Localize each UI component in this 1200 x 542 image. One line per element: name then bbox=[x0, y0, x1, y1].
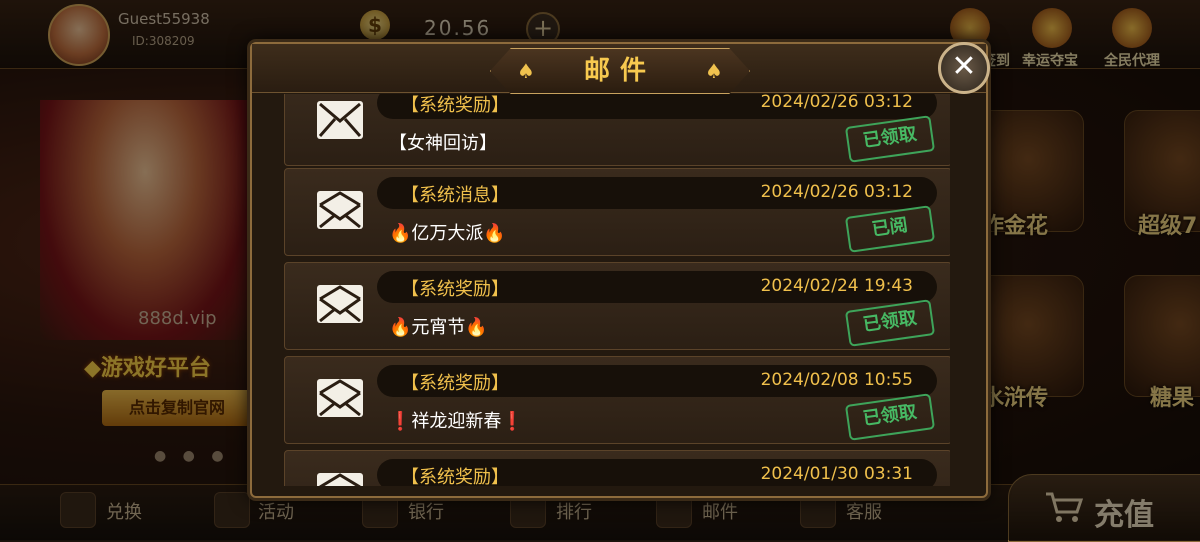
envelope-open-icon bbox=[317, 379, 363, 417]
mail-type: 【系统奖励】 bbox=[401, 373, 509, 394]
mail-date: 2024/02/24 19:43 bbox=[760, 276, 913, 296]
mail-list[interactable]: 【系统奖励】 2024/02/26 03:12 【女神回访】 已领取 【系统消息… bbox=[284, 94, 950, 486]
dialog-title-plate: 邮件 ♠ ♠ bbox=[490, 48, 750, 94]
spade-icon: ♠ bbox=[517, 59, 535, 83]
mail-item[interactable]: 【系统消息】 2024/02/26 03:12 🔥亿万大派🔥 已阅 bbox=[284, 168, 950, 256]
envelope-open-icon bbox=[317, 285, 363, 323]
mail-type: 【系统奖励】 bbox=[401, 279, 509, 300]
claimed-stamp: 已领取 bbox=[844, 393, 936, 441]
mail-date: 2024/02/08 10:55 bbox=[760, 370, 913, 390]
envelope-open-icon bbox=[317, 473, 363, 486]
mail-date: 2024/02/26 03:12 bbox=[760, 182, 913, 202]
close-button[interactable]: ✕ bbox=[938, 42, 990, 94]
mail-item[interactable]: 【系统奖励】 2024/02/26 03:12 【女神回访】 已领取 bbox=[284, 94, 950, 166]
mail-type: 【系统奖励】 bbox=[401, 95, 509, 116]
mail-type: 【系统消息】 bbox=[401, 185, 509, 206]
claimed-stamp: 已领取 bbox=[844, 299, 936, 347]
mail-item[interactable]: 【系统奖励】 2024/02/08 10:55 ❗祥龙迎新春❗ 已领取 bbox=[284, 356, 950, 444]
mail-date: 2024/02/26 03:12 bbox=[760, 94, 913, 112]
mail-header: 【系统消息】 2024/02/26 03:12 bbox=[377, 177, 937, 209]
mail-header: 【系统奖励】 2024/02/08 10:55 bbox=[377, 365, 937, 397]
mail-header: 【系统奖励】 2024/02/26 03:12 bbox=[377, 94, 937, 119]
mail-subject: 🔥亿万大派🔥 bbox=[389, 223, 506, 244]
mail-header: 【系统奖励】 2024/02/24 19:43 bbox=[377, 271, 937, 303]
mail-subject: ❗祥龙迎新春❗ bbox=[389, 411, 524, 432]
mail-item[interactable]: 【系统奖励】 2024/01/30 03:31 bbox=[284, 450, 950, 486]
claimed-stamp: 已领取 bbox=[844, 115, 936, 163]
mail-type: 【系统奖励】 bbox=[401, 467, 509, 486]
envelope-icon bbox=[317, 101, 363, 139]
mail-subject: 【女神回访】 bbox=[389, 133, 497, 154]
mail-subject: 🔥元宵节🔥 bbox=[389, 317, 488, 338]
read-stamp: 已阅 bbox=[844, 205, 936, 253]
mail-item[interactable]: 【系统奖励】 2024/02/24 19:43 🔥元宵节🔥 已领取 bbox=[284, 262, 950, 350]
envelope-open-icon bbox=[317, 191, 363, 229]
mail-header: 【系统奖励】 2024/01/30 03:31 bbox=[377, 459, 937, 486]
mail-date: 2024/01/30 03:31 bbox=[760, 464, 913, 484]
spade-icon: ♠ bbox=[705, 59, 723, 83]
